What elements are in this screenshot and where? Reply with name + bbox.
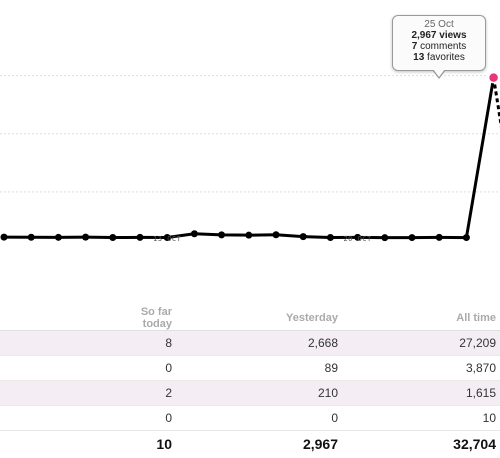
total-all-time: 32,704 xyxy=(342,430,500,457)
data-point xyxy=(190,230,198,238)
cell-all-time: 1,615 xyxy=(342,380,500,406)
cell-all-time: 3,870 xyxy=(342,355,500,381)
cell-all-time: 10 xyxy=(342,405,500,431)
data-point xyxy=(109,234,117,242)
tooltip-comments: 7 comments xyxy=(393,41,485,52)
stats-table: So far today Yesterday All time 8 2,668 … xyxy=(0,306,500,457)
cell-yesterday: 2,668 xyxy=(176,330,342,356)
tooltip-views-label: views xyxy=(436,30,467,41)
data-point-highlight xyxy=(487,71,500,84)
series-line-partial xyxy=(492,77,500,128)
data-point xyxy=(408,234,416,242)
tooltip-pointer-fill xyxy=(433,69,445,77)
table-row: 2 210 1,615 xyxy=(0,380,500,406)
data-point xyxy=(435,233,443,241)
header-today: So far today xyxy=(128,306,176,331)
tooltip-favorites-value: 13 xyxy=(413,52,425,63)
header-all-time: All time xyxy=(342,306,500,331)
x-tick-label: 20 OCT xyxy=(343,235,372,243)
total-today: 10 xyxy=(128,430,176,457)
table-row: 0 89 3,870 xyxy=(0,355,500,381)
row-label xyxy=(0,355,128,381)
totals-label xyxy=(0,430,128,457)
cell-all-time: 27,209 xyxy=(342,330,500,356)
data-point xyxy=(326,234,334,242)
row-label xyxy=(0,330,128,356)
data-point xyxy=(54,233,62,241)
totals-row: 10 2,967 32,704 xyxy=(0,430,500,457)
data-point xyxy=(218,231,226,239)
row-label xyxy=(0,380,128,406)
tooltip-views: 2,967 views xyxy=(393,30,485,41)
tooltip-views-value: 2,967 xyxy=(411,30,437,41)
header-label-column xyxy=(0,306,128,331)
data-point xyxy=(245,231,253,239)
data-point xyxy=(272,231,280,239)
tooltip-favorites: 13 favorites xyxy=(393,52,485,63)
cell-today: 0 xyxy=(128,355,176,381)
table-row: 0 0 10 xyxy=(0,405,500,431)
chart-tooltip: 25 Oct 2,967 views 7 comments 13 favorit… xyxy=(392,15,486,79)
data-point xyxy=(0,233,8,241)
table-row: 8 2,668 27,209 xyxy=(0,330,500,356)
tooltip-date: 25 Oct xyxy=(424,19,454,30)
cell-today: 8 xyxy=(128,330,176,356)
row-label xyxy=(0,405,128,431)
data-point xyxy=(462,234,470,242)
data-point xyxy=(381,234,389,242)
cell-yesterday: 0 xyxy=(176,405,342,431)
series-line xyxy=(3,77,496,240)
data-point xyxy=(136,233,144,241)
cell-today: 2 xyxy=(128,380,176,406)
total-yesterday: 2,967 xyxy=(176,430,342,457)
tooltip-favorites-label: favorites xyxy=(424,52,465,63)
data-point xyxy=(82,233,90,241)
data-point xyxy=(299,233,307,241)
header-yesterday: Yesterday xyxy=(176,306,342,331)
cell-yesterday: 89 xyxy=(176,355,342,381)
cell-yesterday: 210 xyxy=(176,380,342,406)
cell-today: 0 xyxy=(128,405,176,431)
table-header-row: So far today Yesterday All time xyxy=(0,306,500,331)
data-point xyxy=(27,233,35,241)
x-tick-label: 13 OCT xyxy=(153,235,182,243)
tooltip-comments-label: comments xyxy=(417,41,467,52)
